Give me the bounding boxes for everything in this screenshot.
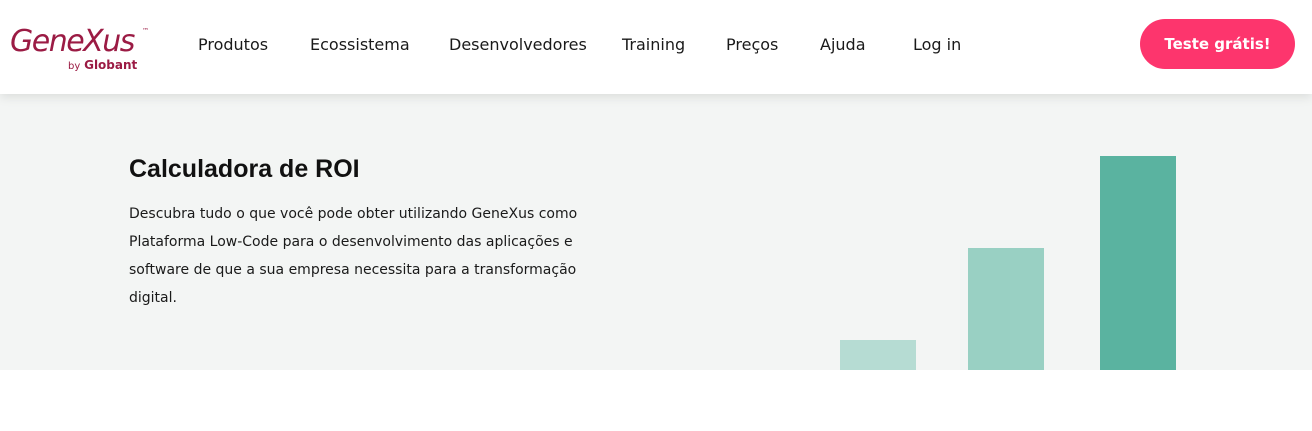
nav-desenvolvedores[interactable]: Desenvolvedores [449, 35, 587, 55]
nav-training[interactable]: Training [622, 35, 685, 55]
free-trial-button[interactable]: Teste grátis! [1140, 19, 1295, 69]
nav-ajuda[interactable]: Ajuda [820, 35, 866, 55]
nav-login[interactable]: Log in [913, 35, 961, 55]
site-header: GeneXus ™ by Globant Produtos Ecossistem… [0, 0, 1312, 94]
logo-sub-by: by [68, 61, 81, 72]
illustration-bar-small [840, 340, 916, 370]
logo-wordmark: GeneXus [10, 24, 135, 59]
illustration-bar-large [1100, 156, 1176, 370]
page-title: Calculadora de ROI [129, 155, 360, 183]
nav-produtos[interactable]: Produtos [198, 35, 268, 55]
logo-trademark: ™ [142, 27, 149, 35]
logo-subtitle: by Globant [68, 58, 137, 72]
nav-precos[interactable]: Preços [726, 35, 778, 55]
illustration-bar-medium [968, 248, 1044, 370]
genexus-logo[interactable]: GeneXus ™ by Globant [10, 24, 155, 74]
page-body-blank [0, 370, 1312, 431]
hero-description: Descubra tudo o que você pode obter util… [129, 206, 578, 306]
nav-ecossistema[interactable]: Ecossistema [310, 35, 410, 55]
logo-sub-brand: Globant [84, 58, 138, 72]
roi-hero: Calculadora de ROI Descubra tudo o que v… [0, 94, 1312, 370]
